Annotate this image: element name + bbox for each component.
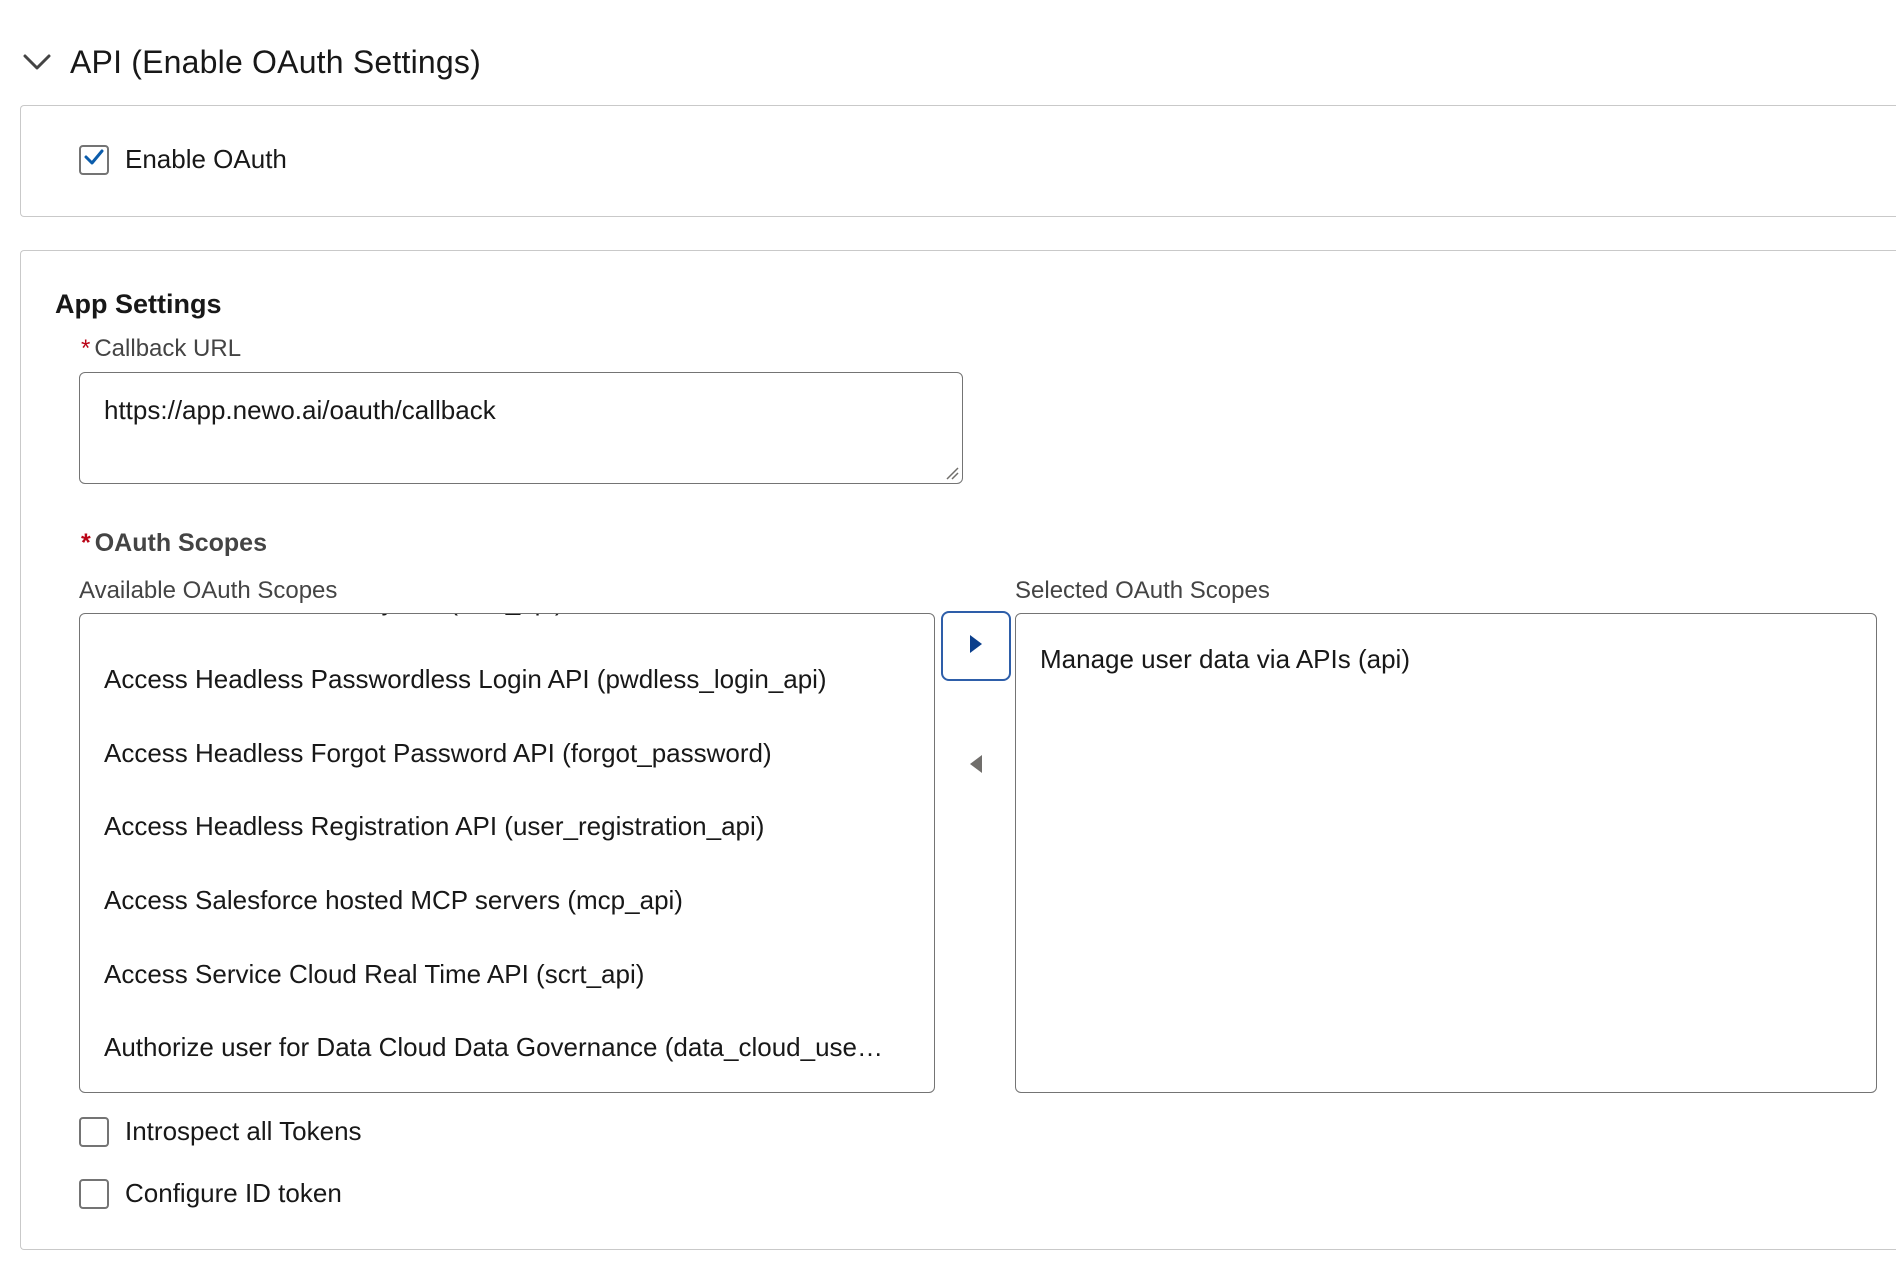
list-item[interactable]: Access Headless Registration API (user_r…	[104, 811, 764, 842]
required-marker: *	[81, 529, 91, 557]
callback-url-value[interactable]: https://app.newo.ai/oauth/callback	[104, 395, 496, 426]
required-marker: *	[81, 335, 91, 362]
triangle-left-icon	[969, 754, 983, 779]
list-item-partial[interactable]: Access Headless Identity API (oidc_api)	[104, 614, 564, 617]
configure-id-token-checkbox[interactable]	[79, 1178, 109, 1209]
configure-id-token-label: Configure ID token	[125, 1178, 342, 1208]
list-item[interactable]: Access Headless Passwordless Login API (…	[104, 664, 827, 695]
triangle-right-icon	[969, 634, 983, 659]
configure-id-token-row[interactable]: Configure ID token	[79, 1178, 342, 1209]
chevron-down-icon[interactable]	[20, 45, 54, 79]
callback-url-label: * Callback URL	[81, 335, 241, 363]
callback-url-label-text: Callback URL	[94, 335, 242, 362]
list-item[interactable]: Access Service Cloud Real Time API (scrt…	[104, 959, 644, 990]
enable-oauth-row[interactable]: Enable OAuth	[79, 144, 287, 175]
page: API (Enable OAuth Settings) Enable OAuth…	[0, 0, 1896, 1270]
selected-scopes-listbox[interactable]: Manage user data via APIs (api)	[1015, 613, 1877, 1093]
resize-handle-icon[interactable]	[945, 466, 959, 480]
app-settings-panel: App Settings * Callback URL https://app.n…	[20, 250, 1896, 1250]
list-item[interactable]: Authorize user for Data Cloud Data Gover…	[104, 1032, 904, 1063]
introspect-tokens-label: Introspect all Tokens	[125, 1116, 362, 1146]
selected-scopes-label: Selected OAuth Scopes	[1015, 577, 1270, 604]
app-settings-title: App Settings	[55, 289, 222, 319]
section-header[interactable]: API (Enable OAuth Settings)	[20, 40, 481, 84]
available-scopes-label: Available OAuth Scopes	[79, 577, 338, 604]
list-item[interactable]: Access Salesforce hosted MCP servers (mc…	[104, 885, 683, 916]
available-scopes-listbox[interactable]: Access Headless Identity API (oidc_api) …	[79, 613, 935, 1093]
list-item[interactable]: Access Headless Forgot Password API (for…	[104, 738, 772, 769]
enable-oauth-label: Enable OAuth	[125, 144, 287, 174]
enable-oauth-checkbox[interactable]	[79, 144, 109, 175]
introspect-tokens-checkbox[interactable]	[79, 1116, 109, 1147]
enable-oauth-panel: Enable OAuth	[20, 105, 1896, 217]
section-title: API (Enable OAuth Settings)	[70, 43, 481, 80]
oauth-scopes-label-text: OAuth Scopes	[94, 529, 267, 557]
list-item[interactable]: Manage user data via APIs (api)	[1040, 644, 1410, 675]
callback-url-textarea[interactable]: https://app.newo.ai/oauth/callback	[79, 372, 963, 484]
oauth-scopes-label: * OAuth Scopes	[81, 529, 267, 558]
move-to-available-button[interactable]	[941, 731, 1011, 801]
move-to-selected-button[interactable]	[941, 611, 1011, 681]
introspect-tokens-row[interactable]: Introspect all Tokens	[79, 1116, 362, 1147]
checkmark-icon	[84, 149, 104, 170]
